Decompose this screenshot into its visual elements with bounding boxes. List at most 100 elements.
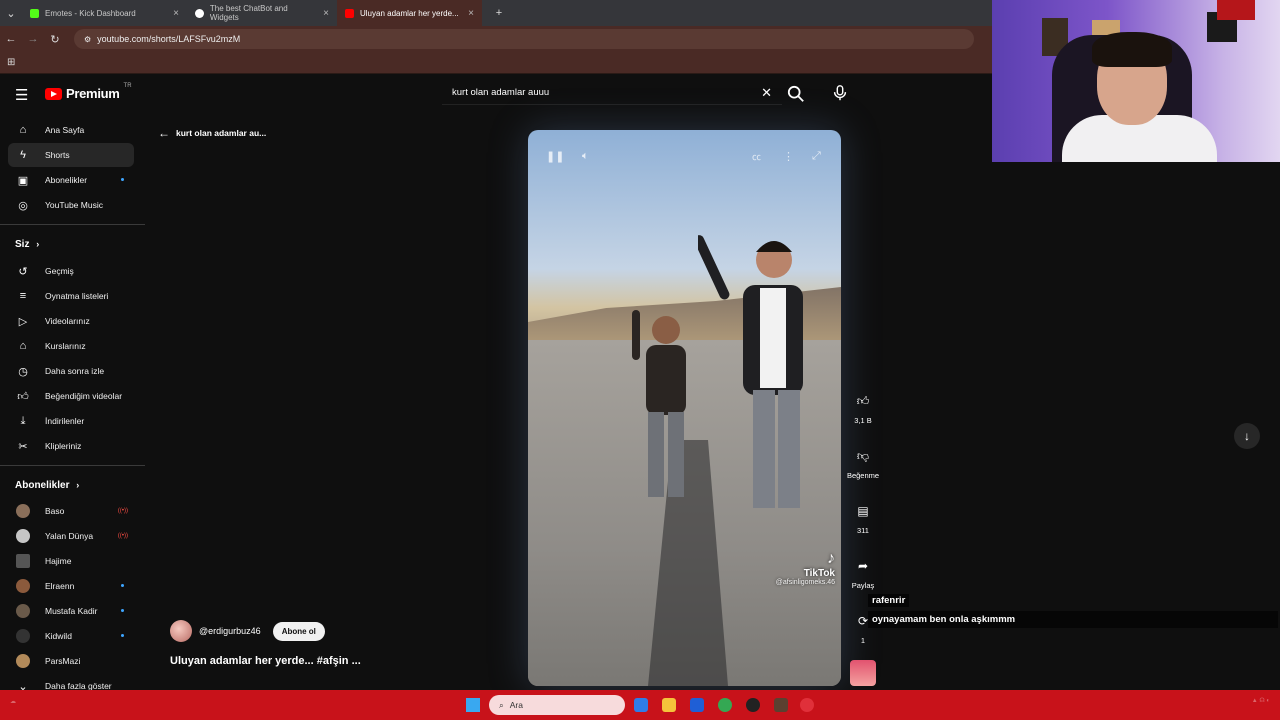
system-tray[interactable]: ▲ ☊ ◐ <box>1252 697 1270 705</box>
chrome-icon[interactable] <box>718 698 732 712</box>
sidebar-item-channel[interactable]: Baso ((•)) <box>8 499 134 523</box>
comment-count: 311 <box>857 526 869 535</box>
taskbar-search-input[interactable]: ⌕ Ara <box>489 695 625 715</box>
store-icon[interactable] <box>690 698 704 712</box>
youtube-icon <box>345 8 354 18</box>
windows-taskbar: ☁ ⌕ Ara ▲ ☊ ◐ <box>0 690 1280 720</box>
tab-label: Emotes - Kick Dashboard <box>45 8 136 18</box>
sidebar-item-playlists[interactable]: ≡ Oynatma listeleri <box>8 284 134 308</box>
subscribe-button[interactable]: Abone ol <box>272 621 325 641</box>
pause-icon[interactable]: ❚❚ <box>546 150 564 163</box>
sidebar-item-label: Baso <box>45 506 65 516</box>
chevron-right-icon: › <box>76 480 80 490</box>
sidebar-item-courses[interactable]: ⌂ Kurslarınız <box>8 334 134 358</box>
thumbs-up-icon: 👍︎ <box>856 393 870 408</box>
stream-chat-overlay: rafenrir oynayamam ben onla aşkımmm <box>868 590 1278 628</box>
tab-list-icon[interactable]: ⌄ <box>0 7 22 20</box>
sidebar-item-label: Elraenn <box>45 581 75 591</box>
back-to-search-link[interactable]: ← kurt olan adamlar au... <box>158 126 266 140</box>
fullscreen-icon[interactable]: ⤢ <box>812 150 821 163</box>
like-button[interactable]: 👍︎ 3,1 B <box>846 388 880 426</box>
section-you-header[interactable]: Siz › <box>15 239 39 250</box>
video-person-left <box>632 310 686 497</box>
reload-icon[interactable]: ↻ <box>44 33 66 46</box>
sidebar-item-music[interactable]: ◎ YouTube Music <box>8 193 134 217</box>
sidebar-item-label: Abonelikler <box>45 175 88 185</box>
weather-widget-icon[interactable]: ☁ <box>10 698 16 705</box>
new-tab-icon[interactable]: + <box>488 7 510 19</box>
close-icon[interactable]: × <box>173 8 179 19</box>
tiktok-note-icon: ♪ <box>827 550 835 567</box>
sidebar-item-shorts[interactable]: ϟ Shorts <box>8 143 134 167</box>
back-icon[interactable]: ← <box>0 33 22 45</box>
microphone-icon[interactable] <box>832 84 848 102</box>
share-icon: ➦ <box>857 559 869 573</box>
clear-search-icon[interactable]: ✕ <box>761 85 772 101</box>
url-field[interactable]: ⚙ youtube.com/shorts/LAFSFvu2mzM <box>74 29 974 49</box>
app-icon[interactable] <box>774 698 788 712</box>
dislike-button[interactable]: 👎︎ Beğenme <box>846 443 880 481</box>
youtube-logo[interactable]: Premium TR <box>45 83 132 101</box>
channel-avatar[interactable] <box>170 620 192 642</box>
sidebar-item-label: ParsMazi <box>45 656 81 666</box>
share-button[interactable]: ➦ Paylaş <box>846 553 880 590</box>
sidebar-item-channel[interactable]: Hajime <box>8 549 134 573</box>
video-title[interactable]: Uluyan adamlar her yerde... #afşin ... <box>170 655 361 667</box>
more-options-icon[interactable]: ⋮ <box>783 150 794 163</box>
tab-label: The best ChatBot and Widgets <box>209 4 288 22</box>
tiktok-watermark: ♪ TikTok @afsinligomeks.46 <box>776 550 835 586</box>
file-explorer-icon[interactable] <box>662 698 676 712</box>
short-video-player[interactable]: ❚❚ 🔈︎ ㏄ ⋮ ⤢ ♪ TikTok @afsinligomeks.46 <box>528 130 841 686</box>
sidebar-item-channel[interactable]: Elraenn <box>8 574 134 598</box>
tab-kick[interactable]: Emotes - Kick Dashboard × <box>22 0 187 26</box>
sidebar-item-liked-videos[interactable]: 👍︎ Beğendiğim videolar <box>8 384 134 408</box>
arrow-left-icon: ← <box>158 126 170 140</box>
sidebar-item-watch-later[interactable]: ◷ Daha sonra izle <box>8 359 134 383</box>
close-icon[interactable]: × <box>468 8 474 19</box>
back-link-label: kurt olan adamlar au... <box>176 128 267 138</box>
comments-button[interactable]: ▤ 311 <box>846 498 880 535</box>
sidebar-item-channel[interactable]: Kidwild <box>8 624 134 648</box>
sidebar-item-your-videos[interactable]: ▷ Videolarınız <box>8 309 134 333</box>
logo-text: Premium <box>66 86 120 101</box>
tab-chatbot[interactable]: The best ChatBot and Widgets × <box>187 0 337 26</box>
subscriptions-icon: ▣ <box>17 174 29 187</box>
search-input[interactable]: kurt olan adamlar auuu ✕ <box>442 81 782 105</box>
menu-icon[interactable]: ☰ <box>15 86 28 104</box>
sidebar-item-downloads[interactable]: ⤓ İndirilenler <box>8 409 134 433</box>
captions-icon[interactable]: ㏄ <box>752 150 761 163</box>
obs-icon[interactable] <box>746 698 760 712</box>
sidebar-item-subscriptions[interactable]: ▣ Abonelikler <box>8 168 134 192</box>
taskbar-search-placeholder: Ara <box>509 700 523 710</box>
tab-youtube[interactable]: Uluyan adamlar her yerde... × <box>337 0 482 26</box>
sound-button[interactable] <box>846 660 880 686</box>
copilot-icon[interactable] <box>634 698 648 712</box>
next-short-button[interactable]: ↓ <box>1234 423 1260 449</box>
search-icon[interactable] <box>787 85 805 103</box>
windows-start-icon[interactable] <box>466 698 480 712</box>
close-icon[interactable]: × <box>323 8 329 19</box>
sidebar-item-channel[interactable]: Mustafa Kadir <box>8 599 134 623</box>
apps-grid-icon[interactable]: ⊞ <box>7 57 15 68</box>
sidebar-item-channel[interactable]: Yalan Dünya ((•)) <box>8 524 134 548</box>
music-icon: ◎ <box>18 199 28 212</box>
section-title: Siz <box>15 239 30 250</box>
watermark-text: TikTok <box>803 568 835 579</box>
media-player-icon[interactable] <box>800 698 814 712</box>
sidebar-item-channel[interactable]: ParsMazi <box>8 649 134 673</box>
chat-message: oynayamam ben onla aşkımmm <box>868 611 1278 628</box>
sidebar-item-home[interactable]: ⌂ Ana Sayfa <box>8 118 134 142</box>
forward-icon[interactable]: → <box>22 33 44 45</box>
sidebar-item-history[interactable]: ↺ Geçmiş <box>8 259 134 283</box>
share-label: Paylaş <box>851 581 875 590</box>
sidebar-item-label: Ana Sayfa <box>45 125 85 135</box>
playlist-icon: ≡ <box>19 290 27 302</box>
like-icon: 👍︎ <box>17 390 29 403</box>
sound-thumbnail <box>850 660 876 686</box>
sidebar-item-clips[interactable]: ✂ Klipleriniz <box>8 434 134 458</box>
site-info-icon[interactable]: ⚙ <box>84 35 91 44</box>
volume-icon[interactable]: 🔈︎ <box>582 150 589 163</box>
channel-name[interactable]: @erdigurbuz46 <box>199 626 261 636</box>
section-subscriptions-header[interactable]: Abonelikler › <box>15 480 79 491</box>
sidebar-item-label: Geçmiş <box>45 266 74 276</box>
